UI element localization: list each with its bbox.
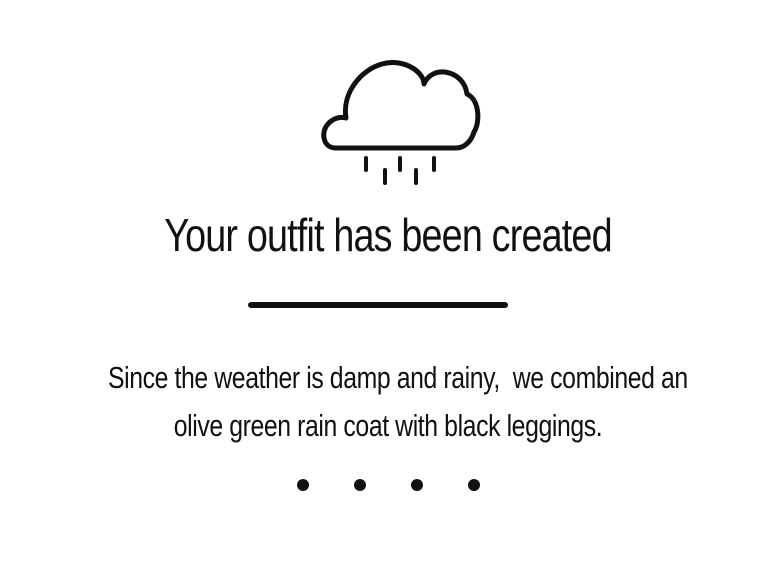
page-dot-3[interactable] (410, 479, 423, 491)
outfit-created-screen: Your outfit has been created Since the w… (0, 0, 776, 576)
page-dot-1[interactable] (296, 479, 309, 491)
page-dot-4[interactable] (467, 479, 480, 491)
page-indicator (0, 479, 776, 491)
description-line-2: olive green rain coat with black legging… (173, 408, 603, 443)
title-divider (248, 302, 508, 308)
page-title: Your outfit has been created (164, 209, 612, 261)
rain-cloud-icon (321, 60, 481, 185)
outfit-description: Since the weather is damp and rainy, we … (108, 354, 688, 450)
description-line-1: Since the weather is damp and rainy, we … (108, 360, 688, 395)
page-dot-2[interactable] (353, 479, 366, 491)
